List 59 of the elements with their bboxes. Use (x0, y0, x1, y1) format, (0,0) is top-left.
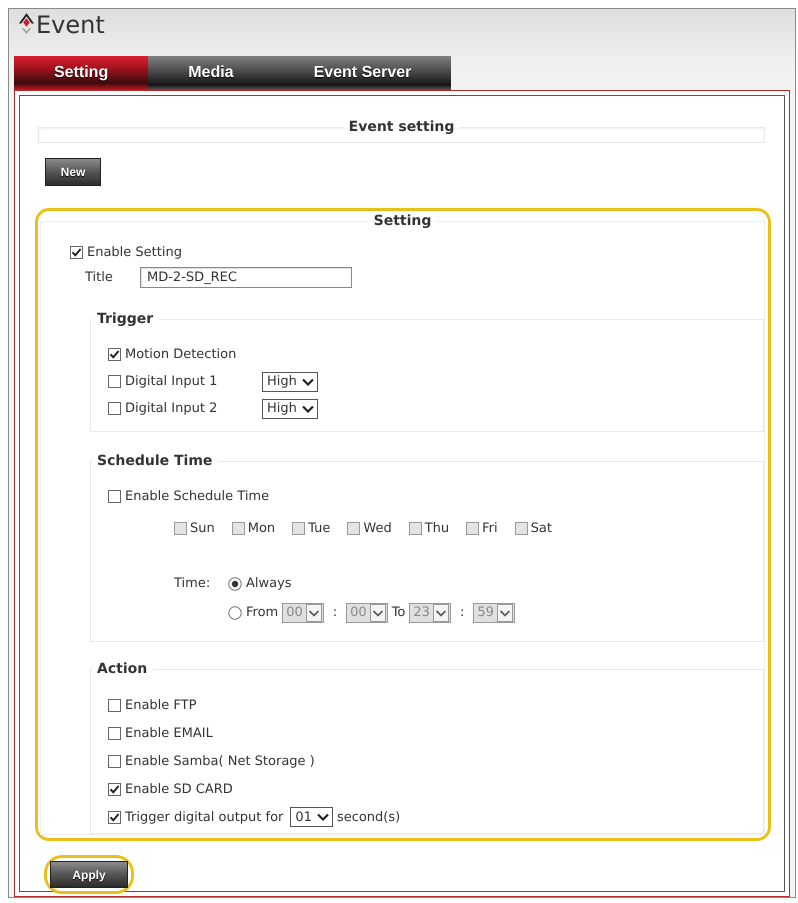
dropdown[interactable]: 01 (290, 807, 333, 827)
chevron-down-icon (370, 604, 386, 622)
checkbox-label: Enable SD CARD (125, 782, 233, 796)
checkbox[interactable] (108, 810, 121, 824)
section-legend: Trigger (91, 310, 160, 328)
checkbox-label: Sun (190, 520, 215, 536)
checkbox-label: Enable Samba( Net Storage ) (125, 754, 315, 768)
window-title: Event (36, 10, 105, 40)
time-separator: : (460, 605, 464, 620)
chevron-down-icon (306, 604, 322, 622)
checkbox-label: Thu (424, 520, 450, 536)
tab[interactable]: Event Server (274, 56, 452, 90)
checkbox-label: Enable Setting (87, 244, 182, 260)
radio-label: From (246, 605, 278, 620)
radio-label: To (392, 605, 406, 620)
section-legend: Action (91, 660, 154, 678)
section-legend: Setting (368, 212, 438, 230)
checkbox[interactable] (70, 246, 83, 258)
field-label: Title (85, 270, 114, 284)
title-input[interactable]: MD-2-SD_REC (140, 266, 352, 288)
checkbox-label: Fri (482, 520, 498, 536)
chevron-down-icon (302, 404, 314, 412)
tab[interactable]: Media (148, 56, 274, 90)
checkbox-label: Trigger digital output for (125, 810, 284, 824)
checkbox[interactable] (108, 782, 121, 796)
section-legend: Event setting (342, 118, 460, 136)
checkbox-label: Enable EMAIL (125, 726, 213, 740)
checkbox[interactable] (108, 754, 121, 768)
checkbox-label: Motion Detection (125, 347, 238, 362)
checkbox-label: Wed (363, 520, 392, 536)
tab[interactable]: Setting (14, 56, 148, 90)
checkbox[interactable] (108, 348, 121, 361)
chevron-down-icon (496, 604, 513, 622)
logo-icon (18, 11, 35, 36)
radio-button[interactable] (228, 576, 242, 590)
checkbox[interactable] (108, 726, 121, 740)
checkbox[interactable] (108, 375, 121, 388)
section-legend: Schedule Time (91, 452, 218, 470)
chevron-down-icon (302, 378, 314, 386)
checkbox-label: Enable FTP (125, 698, 196, 712)
checkbox-label: Enable Schedule Time (125, 488, 270, 504)
dropdown[interactable]: High (262, 398, 318, 418)
time-separator: : (332, 605, 338, 620)
checkbox[interactable] (108, 490, 121, 502)
checkbox-label: Mon (248, 520, 276, 536)
unit-label: second(s) (336, 810, 400, 824)
field-label: Time: (174, 575, 212, 593)
checkbox-label: Digital Input 2 (125, 401, 218, 416)
checkbox[interactable] (108, 698, 121, 712)
checkbox[interactable] (108, 402, 121, 415)
checkbox-label: Tue (308, 520, 330, 536)
dropdown[interactable]: High (262, 372, 318, 392)
radio-label: Always (246, 576, 292, 591)
apply-button[interactable]: Apply (50, 861, 128, 888)
checkbox-label: Digital Input 1 (125, 374, 218, 389)
chevron-down-icon (432, 604, 449, 622)
new-button[interactable]: New (45, 158, 101, 186)
checkbox-label: Sat (530, 520, 552, 536)
chevron-down-icon (316, 813, 329, 821)
